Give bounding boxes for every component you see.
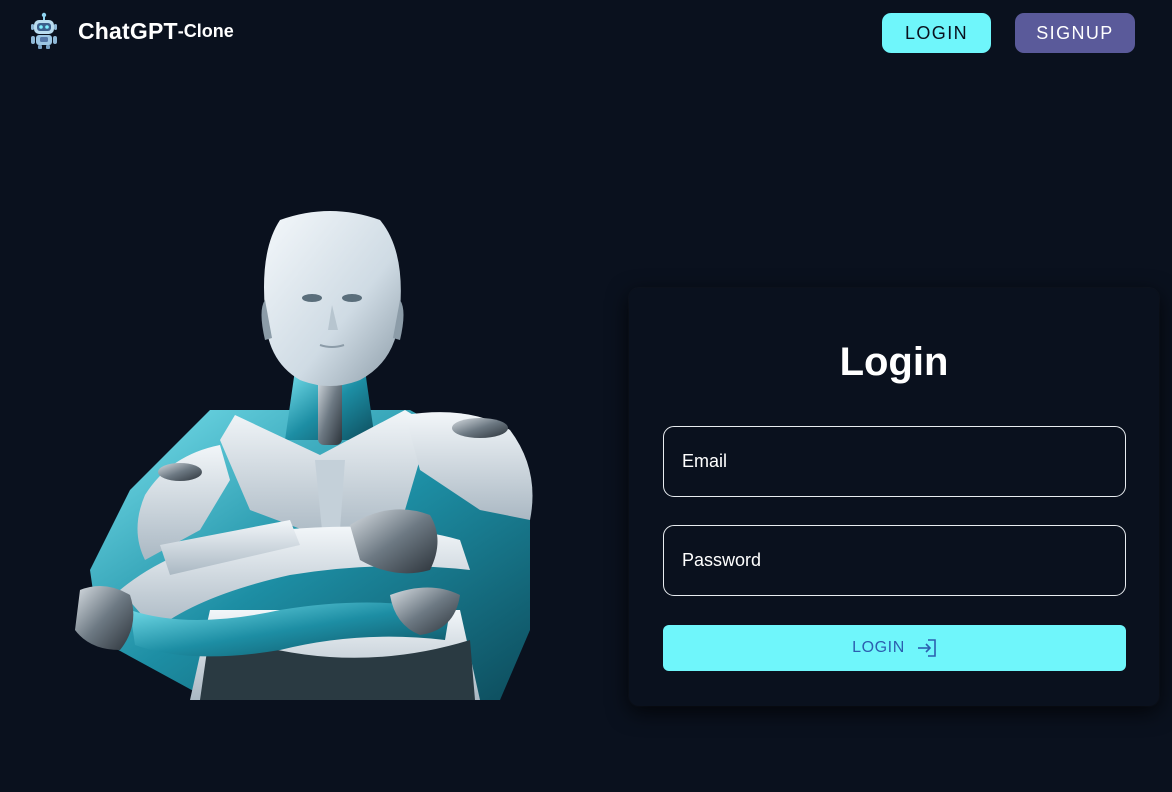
email-field[interactable] [663, 426, 1126, 497]
password-field[interactable] [663, 525, 1126, 596]
brand-suffix: -Clone [177, 20, 234, 41]
nav-login-button[interactable]: LOGIN [882, 13, 991, 53]
login-card: Login LOGIN [629, 288, 1159, 706]
email-input[interactable] [680, 427, 1125, 496]
login-title: Login [839, 340, 949, 384]
login-submit-button[interactable]: LOGIN [663, 625, 1126, 671]
brand-title: ChatGPT [78, 17, 178, 44]
password-input[interactable] [680, 526, 1125, 595]
login-icon [917, 639, 936, 657]
top-nav: ChatGPT -Clone LOGIN SIGNUP [0, 0, 1172, 68]
robot-icon [31, 12, 57, 49]
brand[interactable]: ChatGPT -Clone [28, 12, 234, 50]
robot-illustration [75, 211, 533, 700]
login-submit-label: LOGIN [852, 639, 905, 656]
nav-signup-button[interactable]: SIGNUP [1015, 13, 1135, 53]
